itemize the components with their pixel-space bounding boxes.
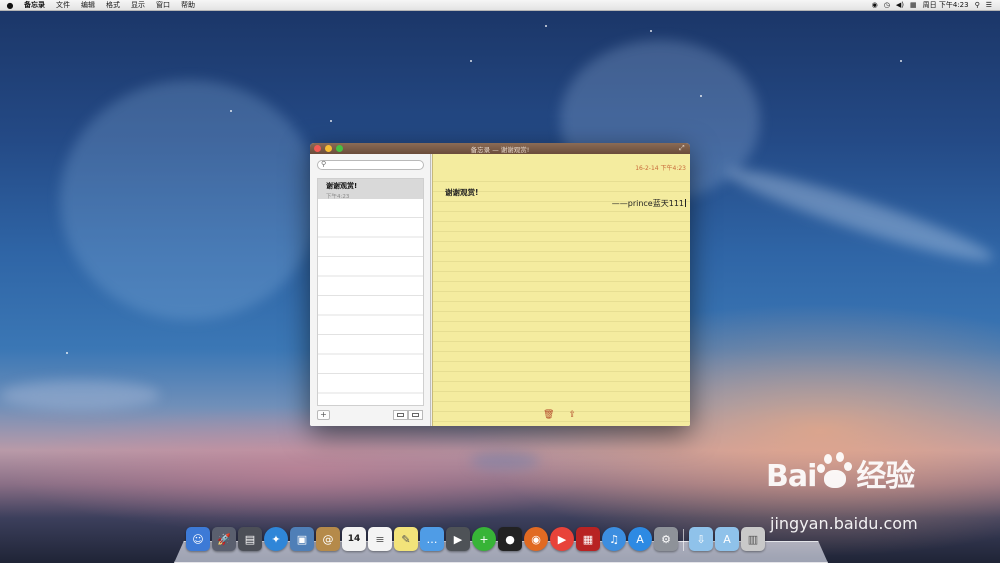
star <box>700 95 702 97</box>
show-list-button[interactable] <box>393 410 408 420</box>
input-method-icon[interactable]: ▦ <box>910 1 917 9</box>
qq-icon[interactable]: ● <box>498 527 522 551</box>
menu-format[interactable]: 格式 <box>102 0 127 10</box>
title-bar[interactable]: 备忘录 — 谢谢观赏! ⤢ <box>310 143 690 154</box>
notes-icon[interactable]: ✎ <box>394 527 418 551</box>
wallpaper-cloud <box>60 80 320 320</box>
note-item-time: 下午4:23 <box>326 194 350 200</box>
baidu-jingyan-watermark: Bai 经验 jingyan.baidu.com <box>766 452 918 533</box>
minimize-button[interactable] <box>325 145 332 152</box>
contacts-icon[interactable]: @ <box>316 527 340 551</box>
window-title: 备忘录 — 谢谢观赏! <box>470 145 530 154</box>
list-item[interactable]: 谢谢观赏! 下午4:23 <box>318 179 423 200</box>
menu-window[interactable]: 窗口 <box>152 0 177 10</box>
show-folders-button[interactable] <box>408 410 423 420</box>
notes-list: 谢谢观赏! 下午4:23 <box>317 178 424 406</box>
share-icon[interactable]: ⇪ <box>568 411 576 420</box>
video-player-icon[interactable]: ▶ <box>550 527 574 551</box>
apple-icon[interactable]: ● <box>0 1 20 10</box>
downloads-folder-icon[interactable]: ⇩ <box>689 527 713 551</box>
itunes-icon[interactable]: ♫ <box>602 527 626 551</box>
note-editor[interactable]: 16-2-14 下午4:23 谢谢观赏! ——prince蓝天111 🗑 ⇪ <box>432 154 690 426</box>
folder-view-icon <box>412 413 419 417</box>
star <box>650 30 652 32</box>
applications-folder-icon[interactable]: A <box>715 527 739 551</box>
calendar-icon[interactable]: 14 <box>342 527 366 551</box>
volume-icon[interactable]: ◀) <box>896 1 904 9</box>
watermark-logo-text-1: Bai <box>766 459 817 494</box>
search-field[interactable]: ⚲ <box>317 160 424 170</box>
note-signature-text: ——prince蓝天111 <box>611 199 684 208</box>
reminders-icon[interactable]: ≡ <box>368 527 392 551</box>
close-button[interactable] <box>314 145 321 152</box>
add-note-button[interactable]: + <box>317 410 330 420</box>
star <box>545 25 547 27</box>
system-preferences-icon[interactable]: ⚙ <box>654 527 678 551</box>
menu-file[interactable]: 文件 <box>52 0 77 10</box>
mission-control-icon[interactable]: ▤ <box>238 527 262 551</box>
note-item-title: 谢谢观赏! <box>326 182 358 190</box>
trash-icon[interactable]: ▥ <box>741 527 765 551</box>
menu-help[interactable]: 帮助 <box>177 0 202 10</box>
photo-booth-icon[interactable]: ▦ <box>576 527 600 551</box>
watermark-logo: Bai 经验 <box>766 452 915 499</box>
menu-view[interactable]: 显示 <box>127 0 152 10</box>
wallpaper-cloud <box>470 452 540 470</box>
app-store-plus-icon[interactable]: + <box>472 527 496 551</box>
zoom-button[interactable] <box>336 145 343 152</box>
notification-center-icon[interactable]: ☰ <box>986 1 992 9</box>
star <box>230 110 232 112</box>
safari-icon[interactable]: ✦ <box>264 527 288 551</box>
notes-window: 备忘录 — 谢谢观赏! ⤢ ⚲ 谢谢观赏! 下午4:23 + 16-2-14 下… <box>310 143 690 426</box>
menu-clock[interactable]: 周日 下午4:23 <box>923 0 969 10</box>
search-icon: ⚲ <box>321 160 327 168</box>
dock-icons: ☺ 🚀 ▤ ✦ ▣ @14 ≡ ✎… ▶ + ● ◉ ▶ ▦ ♫ A ⚙ ⇩ A ▥ <box>186 527 765 551</box>
star <box>330 120 332 122</box>
star <box>66 352 68 354</box>
notes-sidebar: ⚲ 谢谢观赏! 下午4:23 + <box>310 154 431 426</box>
time-machine-icon[interactable]: ◷ <box>884 1 890 9</box>
messages-icon[interactable]: … <box>420 527 444 551</box>
spotlight-icon[interactable]: ⚲ <box>975 1 980 9</box>
finder-icon[interactable]: ☺ <box>186 527 210 551</box>
preview-icon[interactable]: ▣ <box>290 527 314 551</box>
launchpad-icon[interactable]: 🚀 <box>212 527 236 551</box>
menu-edit[interactable]: 编辑 <box>77 0 102 10</box>
wallpaper-cloud <box>0 380 160 410</box>
wallpaper-cloud <box>722 157 998 273</box>
list-view-icon <box>397 413 404 417</box>
menu-app-name[interactable]: 备忘录 <box>20 0 52 10</box>
firefox-icon[interactable]: ◉ <box>524 527 548 551</box>
watermark-logo-text-2: 经验 <box>856 459 915 494</box>
baidu-paw-icon <box>816 452 856 492</box>
star <box>900 60 902 62</box>
facetime-icon[interactable]: ▶ <box>446 527 470 551</box>
text-caret <box>685 199 686 207</box>
dock-divider <box>683 529 684 551</box>
star <box>470 60 472 62</box>
window-controls <box>314 145 343 152</box>
fullscreen-icon[interactable]: ⤢ <box>679 145 686 152</box>
note-toolbar: 🗑 ⇪ <box>543 411 576 420</box>
qq-status-icon[interactable]: ◉ <box>872 1 878 9</box>
trash-icon[interactable]: 🗑 <box>543 411 554 420</box>
calendar-day: 14 <box>347 534 361 544</box>
note-date: 16-2-14 下午4:23 <box>635 165 686 172</box>
status-area: ◉ ◷ ◀) ▦ 周日 下午4:23 ⚲ ☰ <box>872 0 1000 10</box>
watermark-url: jingyan.baidu.com <box>770 514 918 533</box>
app-store-icon[interactable]: A <box>628 527 652 551</box>
view-toggle <box>393 410 423 420</box>
menu-bar: ● 备忘录 文件 编辑 格式 显示 窗口 帮助 ◉ ◷ ◀) ▦ 周日 下午4:… <box>0 0 1000 11</box>
note-text-signature[interactable]: ——prince蓝天111 <box>612 198 686 209</box>
note-text-line[interactable]: 谢谢观赏! <box>445 187 478 198</box>
